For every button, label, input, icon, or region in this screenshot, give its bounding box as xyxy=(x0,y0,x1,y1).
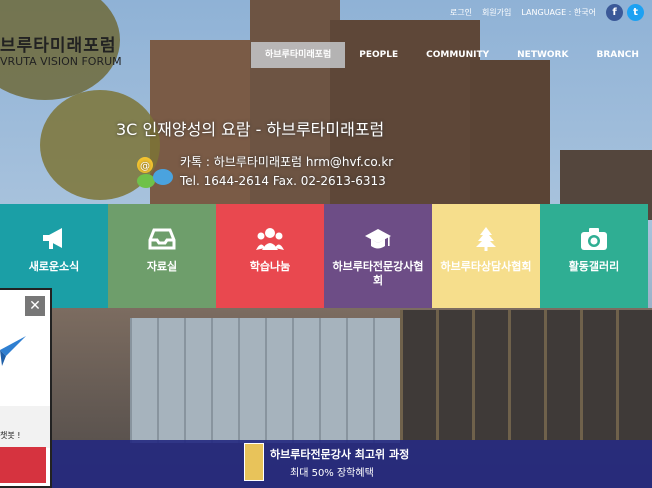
menu-tile-label: 학습나눔 xyxy=(249,260,291,273)
hero-slogan: 3C 인재양성의 요람 - 하브루타미래포럼 xyxy=(116,120,385,139)
graduation-cap-icon xyxy=(365,229,391,249)
book-icon xyxy=(244,443,264,481)
tree-icon xyxy=(476,227,496,251)
nav-item-people[interactable]: PEOPLE xyxy=(345,42,412,68)
login-link[interactable]: 로그인 xyxy=(450,7,472,18)
nav-item-community[interactable]: COMMUNITY xyxy=(412,42,503,68)
banner-title: 하브루타전문강사 최고위 과정 xyxy=(270,448,410,461)
menu-tile-label: 하브루타상담사협회 xyxy=(440,260,532,273)
paper-plane-icon xyxy=(0,336,26,366)
menu-tile-archive[interactable]: 자료실 xyxy=(108,204,216,308)
logo-korean: 브루타미래포럼 xyxy=(0,36,117,56)
nav-item-branch[interactable]: BRANCH xyxy=(582,42,652,68)
banner-subtitle: 최대 50% 장학혜택 xyxy=(290,468,374,479)
nav-item-network[interactable]: NETWORK xyxy=(503,42,582,68)
language-selector[interactable]: LANGUAGE : 한국어 xyxy=(521,7,596,18)
facebook-icon[interactable]: f xyxy=(606,4,623,21)
menu-tile-counselors[interactable]: 하브루타상담사협회 xyxy=(432,204,540,308)
building xyxy=(470,60,550,220)
contact-kakao-email: 카톡 : 하브루타미래포럼 hrm@hvf.co.kr xyxy=(180,155,394,169)
glass-building xyxy=(130,318,400,443)
megaphone-icon xyxy=(43,228,62,249)
menu-tile-label: 활동갤러리 xyxy=(568,260,620,273)
menu-tile-label: 새로운소식 xyxy=(28,260,80,273)
main-nav: 하브루타미래포럼 PEOPLE COMMUNITY NETWORK BRANCH xyxy=(251,42,652,68)
chatbot-popup: ✕ 챗봇 ! xyxy=(0,288,52,488)
nav-item-forum[interactable]: 하브루타미래포럼 xyxy=(251,42,346,68)
close-icon[interactable]: ✕ xyxy=(25,296,45,316)
menu-tile-label: 하브루타전문강사협회 xyxy=(332,260,424,287)
camera-icon xyxy=(581,228,607,250)
inbox-icon xyxy=(148,228,176,250)
chat-bubbles-icon: @ xyxy=(137,157,173,188)
popup-action-button[interactable] xyxy=(0,447,46,483)
contact-phone-fax: Tel. 1644-2614 Fax. 02-2613-6313 xyxy=(180,174,386,188)
site-logo[interactable]: 브루타미래포럼 VRUTA VISION FORUM xyxy=(0,36,122,68)
logo-english: VRUTA VISION FORUM xyxy=(0,55,122,68)
promo-banner[interactable]: 하브루타전문강사 최고위 과정 최대 50% 장학혜택 xyxy=(52,440,652,488)
quick-menu: 새로운소식 자료실 학습나눔 하브루타전문강사협회 하브루타상담사협회 활동갤러… xyxy=(0,204,652,308)
menu-tile-learning[interactable]: 학습나눔 xyxy=(216,204,324,308)
dark-building xyxy=(400,310,652,440)
menu-tile-gallery[interactable]: 활동갤러리 xyxy=(540,204,648,308)
signup-link[interactable]: 회원가입 xyxy=(482,7,511,18)
menu-tile-instructors[interactable]: 하브루타전문강사협회 xyxy=(324,204,432,308)
twitter-icon[interactable]: t xyxy=(627,4,644,21)
contact-info: @ 카톡 : 하브루타미래포럼 hrm@hvf.co.kr Tel. 1644-… xyxy=(137,153,394,191)
menu-tile-label: 자료실 xyxy=(146,260,178,273)
popup-text: 챗봇 ! xyxy=(0,431,21,440)
group-icon xyxy=(256,228,284,250)
svg-text:@: @ xyxy=(140,161,150,172)
popup-footer xyxy=(0,406,50,448)
top-utility-bar: 로그인 회원가입 LANGUAGE : 한국어 f t xyxy=(450,4,644,21)
